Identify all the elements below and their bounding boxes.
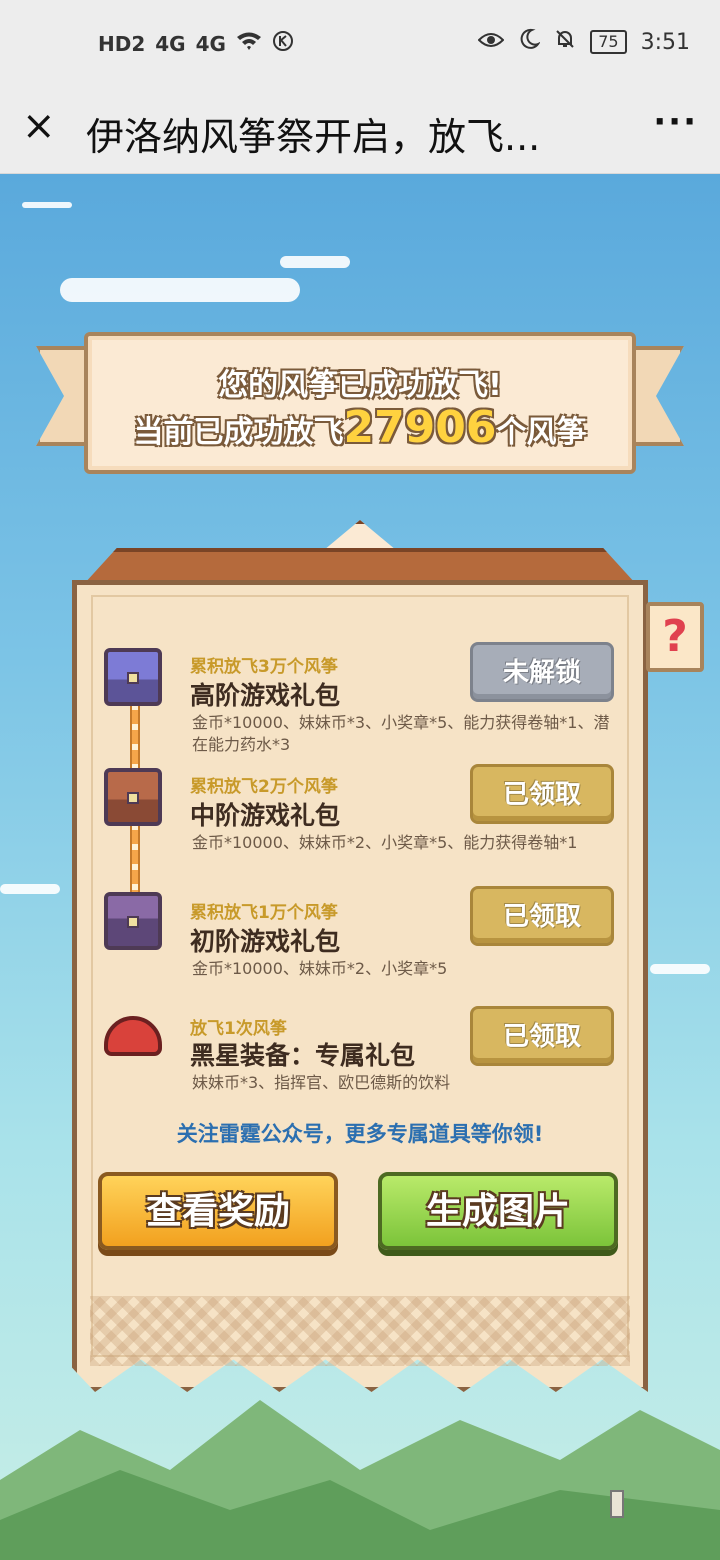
reward-requirement: 累积放飞2万个风筝 <box>190 777 338 797</box>
reward-name: 初阶游戏礼包 <box>190 927 341 956</box>
mountains-decoration <box>0 1400 720 1560</box>
help-button[interactable]: ? <box>646 602 704 672</box>
cloud-decoration <box>60 278 300 302</box>
banner-suffix: 个风筝 <box>496 415 587 450</box>
chest-high-icon <box>104 648 162 706</box>
title-bar: × 伊洛纳风筝祭开启，放飞... ··· <box>0 88 720 174</box>
chest-basic-icon <box>104 892 162 950</box>
chest-mid-icon <box>104 768 162 826</box>
banner-line-2: 当前已成功放飞27906个风筝 <box>88 402 632 453</box>
reward-name: 中阶游戏礼包 <box>190 801 341 830</box>
close-icon[interactable]: × <box>22 106 62 146</box>
cloud-decoration <box>0 884 60 894</box>
reward-desc: 妹妹币*3、指挥官、欧巴德斯的饮料 <box>192 1073 451 1092</box>
reward-desc: 金币*10000、妹妹币*3、小奖章*5、能力获得卷轴*1、潜在能力药水*3 <box>192 713 610 754</box>
reward-requirement: 累积放飞3万个风筝 <box>190 657 338 677</box>
clock: 3:51 <box>640 29 690 55</box>
moon-icon <box>518 28 542 56</box>
battery-indicator: 75 <box>590 30 627 54</box>
reward-name: 高阶游戏礼包 <box>190 681 341 710</box>
status-bar: HD2 4G 4G 75 3:51 <box>0 0 720 88</box>
cloud-decoration <box>280 256 350 268</box>
reward-status-button[interactable]: 已领取 <box>470 764 614 824</box>
k-icon <box>272 30 294 57</box>
signal-icon-2: 4G <box>195 31 226 56</box>
reward-name: 黑星装备：专属礼包 <box>190 1041 416 1070</box>
chest-lock-icon <box>127 672 139 684</box>
kite-count: 27906 <box>343 402 497 453</box>
follow-note: 关注雷霆公众号，更多专属道具等你领! <box>176 1122 544 1146</box>
signal-icon: 4G <box>155 31 186 56</box>
tower-icon <box>610 1490 624 1518</box>
mute-bell-icon <box>554 28 576 56</box>
more-options-icon[interactable]: ··· <box>653 102 698 142</box>
chest-lock-icon <box>127 916 139 928</box>
reward-status-button[interactable]: 已领取 <box>470 1006 614 1066</box>
banner-line-1: 您的风筝已成功放飞! <box>218 368 502 403</box>
reward-desc: 金币*10000、妹妹币*2、小奖章*5 <box>192 959 448 978</box>
wifi-icon <box>236 31 262 56</box>
banner-prefix: 当前已成功放飞 <box>133 415 344 450</box>
cloud-decoration <box>650 964 710 974</box>
reward-status-button[interactable]: 已领取 <box>470 886 614 946</box>
panel-pattern-decoration <box>90 1296 630 1366</box>
result-banner: 您的风筝已成功放飞! 当前已成功放飞27906个风筝 <box>84 332 636 474</box>
reward-requirement: 累积放飞1万个风筝 <box>190 903 338 923</box>
view-rewards-button[interactable]: 查看奖励 <box>98 1172 338 1250</box>
reward-status-button[interactable]: 未解锁 <box>470 642 614 702</box>
generate-image-button[interactable]: 生成图片 <box>378 1172 618 1250</box>
page-title: 伊洛纳风筝祭开启，放飞... <box>86 115 541 159</box>
hd-icon: HD2 <box>98 31 146 56</box>
eye-icon <box>477 30 505 55</box>
status-right: 75 3:51 <box>477 28 690 56</box>
cloud-decoration <box>22 202 72 208</box>
chest-lock-icon <box>127 792 139 804</box>
status-left-icons: HD2 4G 4G <box>98 30 294 57</box>
reward-desc: 金币*10000、妹妹币*2、小奖章*5、能力获得卷轴*1 <box>192 833 578 852</box>
